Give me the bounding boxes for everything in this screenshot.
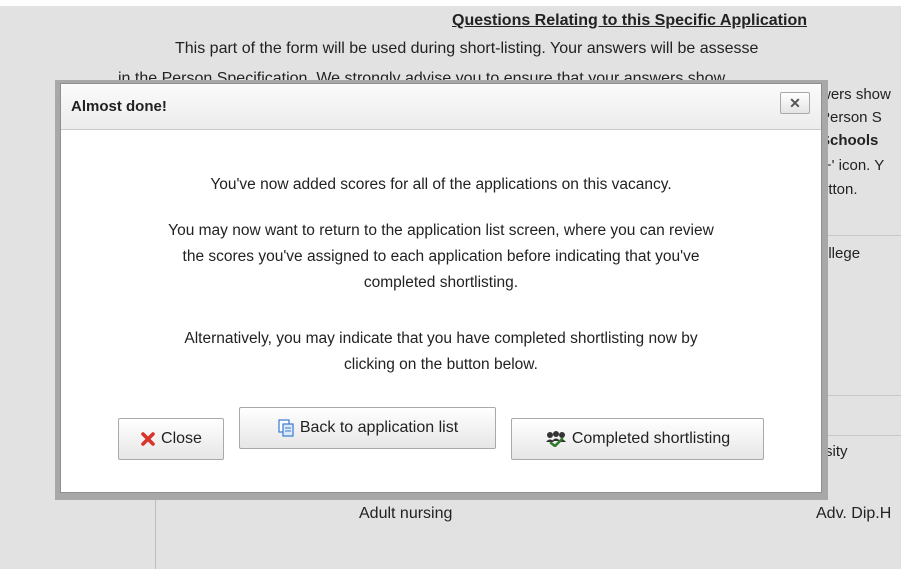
- bg-fragment-3: Schools: [820, 132, 879, 149]
- section-heading: Questions Relating to this Specific Appl…: [452, 12, 807, 29]
- table-cell-subject: Adult nursing: [359, 505, 453, 522]
- bg-fragment-1: wers show: [820, 86, 891, 103]
- page-top-strip: [0, 0, 901, 6]
- back-button-label: Back to application list: [299, 419, 459, 436]
- bg-fragment-4: '+' icon. Y: [820, 157, 885, 174]
- dialog-message-3-line2: clicking on the button below.: [344, 356, 538, 373]
- completed-shortlisting-button[interactable]: Completed shortlisting: [511, 418, 764, 460]
- section-intro-line1: This part of the form will be used durin…: [175, 40, 759, 57]
- back-to-application-list-button[interactable]: Back to application list: [239, 407, 496, 449]
- table-divider: [822, 435, 901, 436]
- dialog-message-2-line2: the scores you've assigned to each appli…: [182, 248, 700, 265]
- dialog-message-3-line1: Alternatively, you may indicate that you…: [184, 330, 698, 347]
- table-cell-qualification: Adv. Dip.H: [816, 505, 892, 522]
- red-x-icon: [140, 431, 156, 447]
- close-icon: ✕: [789, 95, 801, 111]
- dialog-titlebar: Almost done! ✕: [61, 84, 821, 130]
- close-button-label: Close: [161, 430, 202, 447]
- dialog-close-x-button[interactable]: ✕: [780, 92, 810, 114]
- dialog-message-2-line1: You may now want to return to the applic…: [168, 222, 714, 239]
- close-button[interactable]: Close: [118, 418, 224, 460]
- dialog-message-2-line3: completed shortlisting.: [363, 274, 519, 291]
- table-divider: [822, 235, 901, 236]
- bg-fragment-2: Person S: [820, 109, 882, 126]
- completed-button-label: Completed shortlisting: [571, 430, 731, 447]
- almost-done-dialog: Almost done! ✕ You've now added scores f…: [60, 83, 822, 493]
- dialog-message-1: You've now added scores for all of the a…: [210, 176, 672, 193]
- table-divider: [822, 395, 901, 396]
- documents-icon: [277, 419, 295, 437]
- dialog-title: Almost done!: [71, 98, 167, 115]
- group-check-icon: [545, 431, 567, 448]
